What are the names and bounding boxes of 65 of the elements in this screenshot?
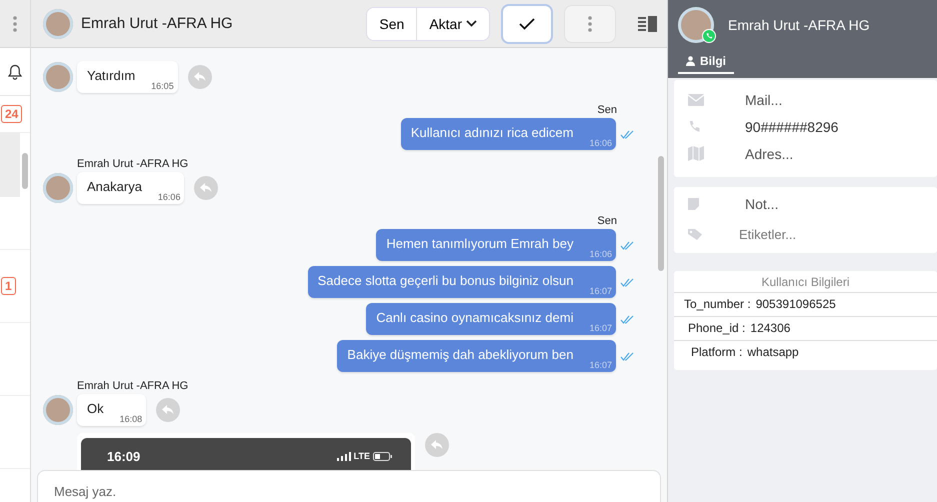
contact-avatar xyxy=(43,173,73,203)
reply-icon[interactable] xyxy=(188,65,212,89)
info-label: To_number : xyxy=(684,297,751,311)
message-bubble: Ok 16:08 xyxy=(77,394,146,426)
sender-name: Emrah Urut -AFRA HG xyxy=(77,158,190,170)
tag-icon xyxy=(688,228,702,240)
info-tab[interactable]: Bilgi xyxy=(678,51,734,74)
contact-avatar xyxy=(43,395,73,425)
more-icon xyxy=(588,16,592,32)
more-button[interactable] xyxy=(564,4,616,42)
resolve-button[interactable] xyxy=(501,4,553,44)
image-message[interactable]: 16:09 LTE xyxy=(77,433,415,470)
unread-count-badge: 24 xyxy=(1,105,22,123)
chat-title: Emrah Urut -AFRA HG xyxy=(81,15,234,32)
message-bubble: Sadece slotta geçerli bu bonus bilginiz olsun 16:07 xyxy=(308,266,616,298)
unread-count-badge: 1 xyxy=(1,277,16,295)
battery-icon xyxy=(373,452,393,460)
sender-name: Sen xyxy=(597,104,617,116)
panel-toggle-icon[interactable] xyxy=(638,16,657,32)
reply-icon[interactable] xyxy=(425,433,449,457)
read-ticks-icon xyxy=(620,240,634,250)
mail-field[interactable]: Mail... xyxy=(743,90,937,110)
contact-avatar xyxy=(43,62,73,92)
address-field[interactable]: Adres... xyxy=(743,144,937,164)
message-bubble: Canlı casino oynamıcaksınız demi 16:07 xyxy=(366,303,616,335)
info-label: Platform : xyxy=(691,345,742,359)
message-bubble: Hemen tanımlıyorum Emrah bey 16:06 xyxy=(376,229,616,261)
info-value: whatsapp xyxy=(747,345,799,359)
contact-avatar xyxy=(43,8,73,38)
section-title: Kullanıcı Bilgileri xyxy=(674,275,937,293)
menu-icon[interactable] xyxy=(13,16,17,32)
info-value: 905391096525 xyxy=(756,297,836,311)
scrollbar-thumb[interactable] xyxy=(22,153,28,189)
info-label: Phone_id : xyxy=(688,321,746,335)
message-bubble: Anakarya 16:06 xyxy=(77,172,184,204)
phone-icon xyxy=(688,120,701,133)
info-value: 124306 xyxy=(750,321,790,335)
chevron-down-icon xyxy=(466,20,477,27)
reply-icon[interactable] xyxy=(194,176,218,200)
bell-icon[interactable] xyxy=(8,64,22,80)
envelope-icon xyxy=(688,94,704,106)
checkmark-icon xyxy=(519,18,535,30)
tags-field[interactable]: Etiketler... xyxy=(737,224,937,244)
contact-name: Emrah Urut -AFRA HG xyxy=(728,17,870,33)
message-bubble: Yatırdım 16:05 xyxy=(77,61,178,93)
phone-clock: 16:09 xyxy=(107,448,140,464)
note-icon xyxy=(688,198,699,210)
user-icon xyxy=(686,56,695,66)
message-input[interactable]: Mesaj yaz. xyxy=(37,470,661,502)
whatsapp-icon xyxy=(702,29,716,43)
signal-icon xyxy=(336,452,351,460)
network-label: LTE xyxy=(354,451,370,461)
sender-name: Sen xyxy=(597,215,617,227)
phone-field[interactable]: 90######8296 xyxy=(743,116,937,136)
map-icon xyxy=(688,146,704,161)
read-ticks-icon xyxy=(620,352,634,360)
transfer-dropdown[interactable]: Aktar xyxy=(416,8,489,40)
read-ticks-icon xyxy=(620,130,634,138)
message-bubble: Bakiye düşmemiş dah abekliyorum ben 16:07 xyxy=(337,340,616,372)
reply-icon[interactable] xyxy=(156,398,180,422)
read-ticks-icon xyxy=(620,314,634,324)
sender-name: Emrah Urut -AFRA HG xyxy=(77,380,190,392)
read-ticks-icon xyxy=(620,278,634,286)
message-bubble: Kullanıcı adınızı rica edicem 16:06 xyxy=(400,118,616,150)
note-field[interactable]: Not... xyxy=(743,194,937,214)
